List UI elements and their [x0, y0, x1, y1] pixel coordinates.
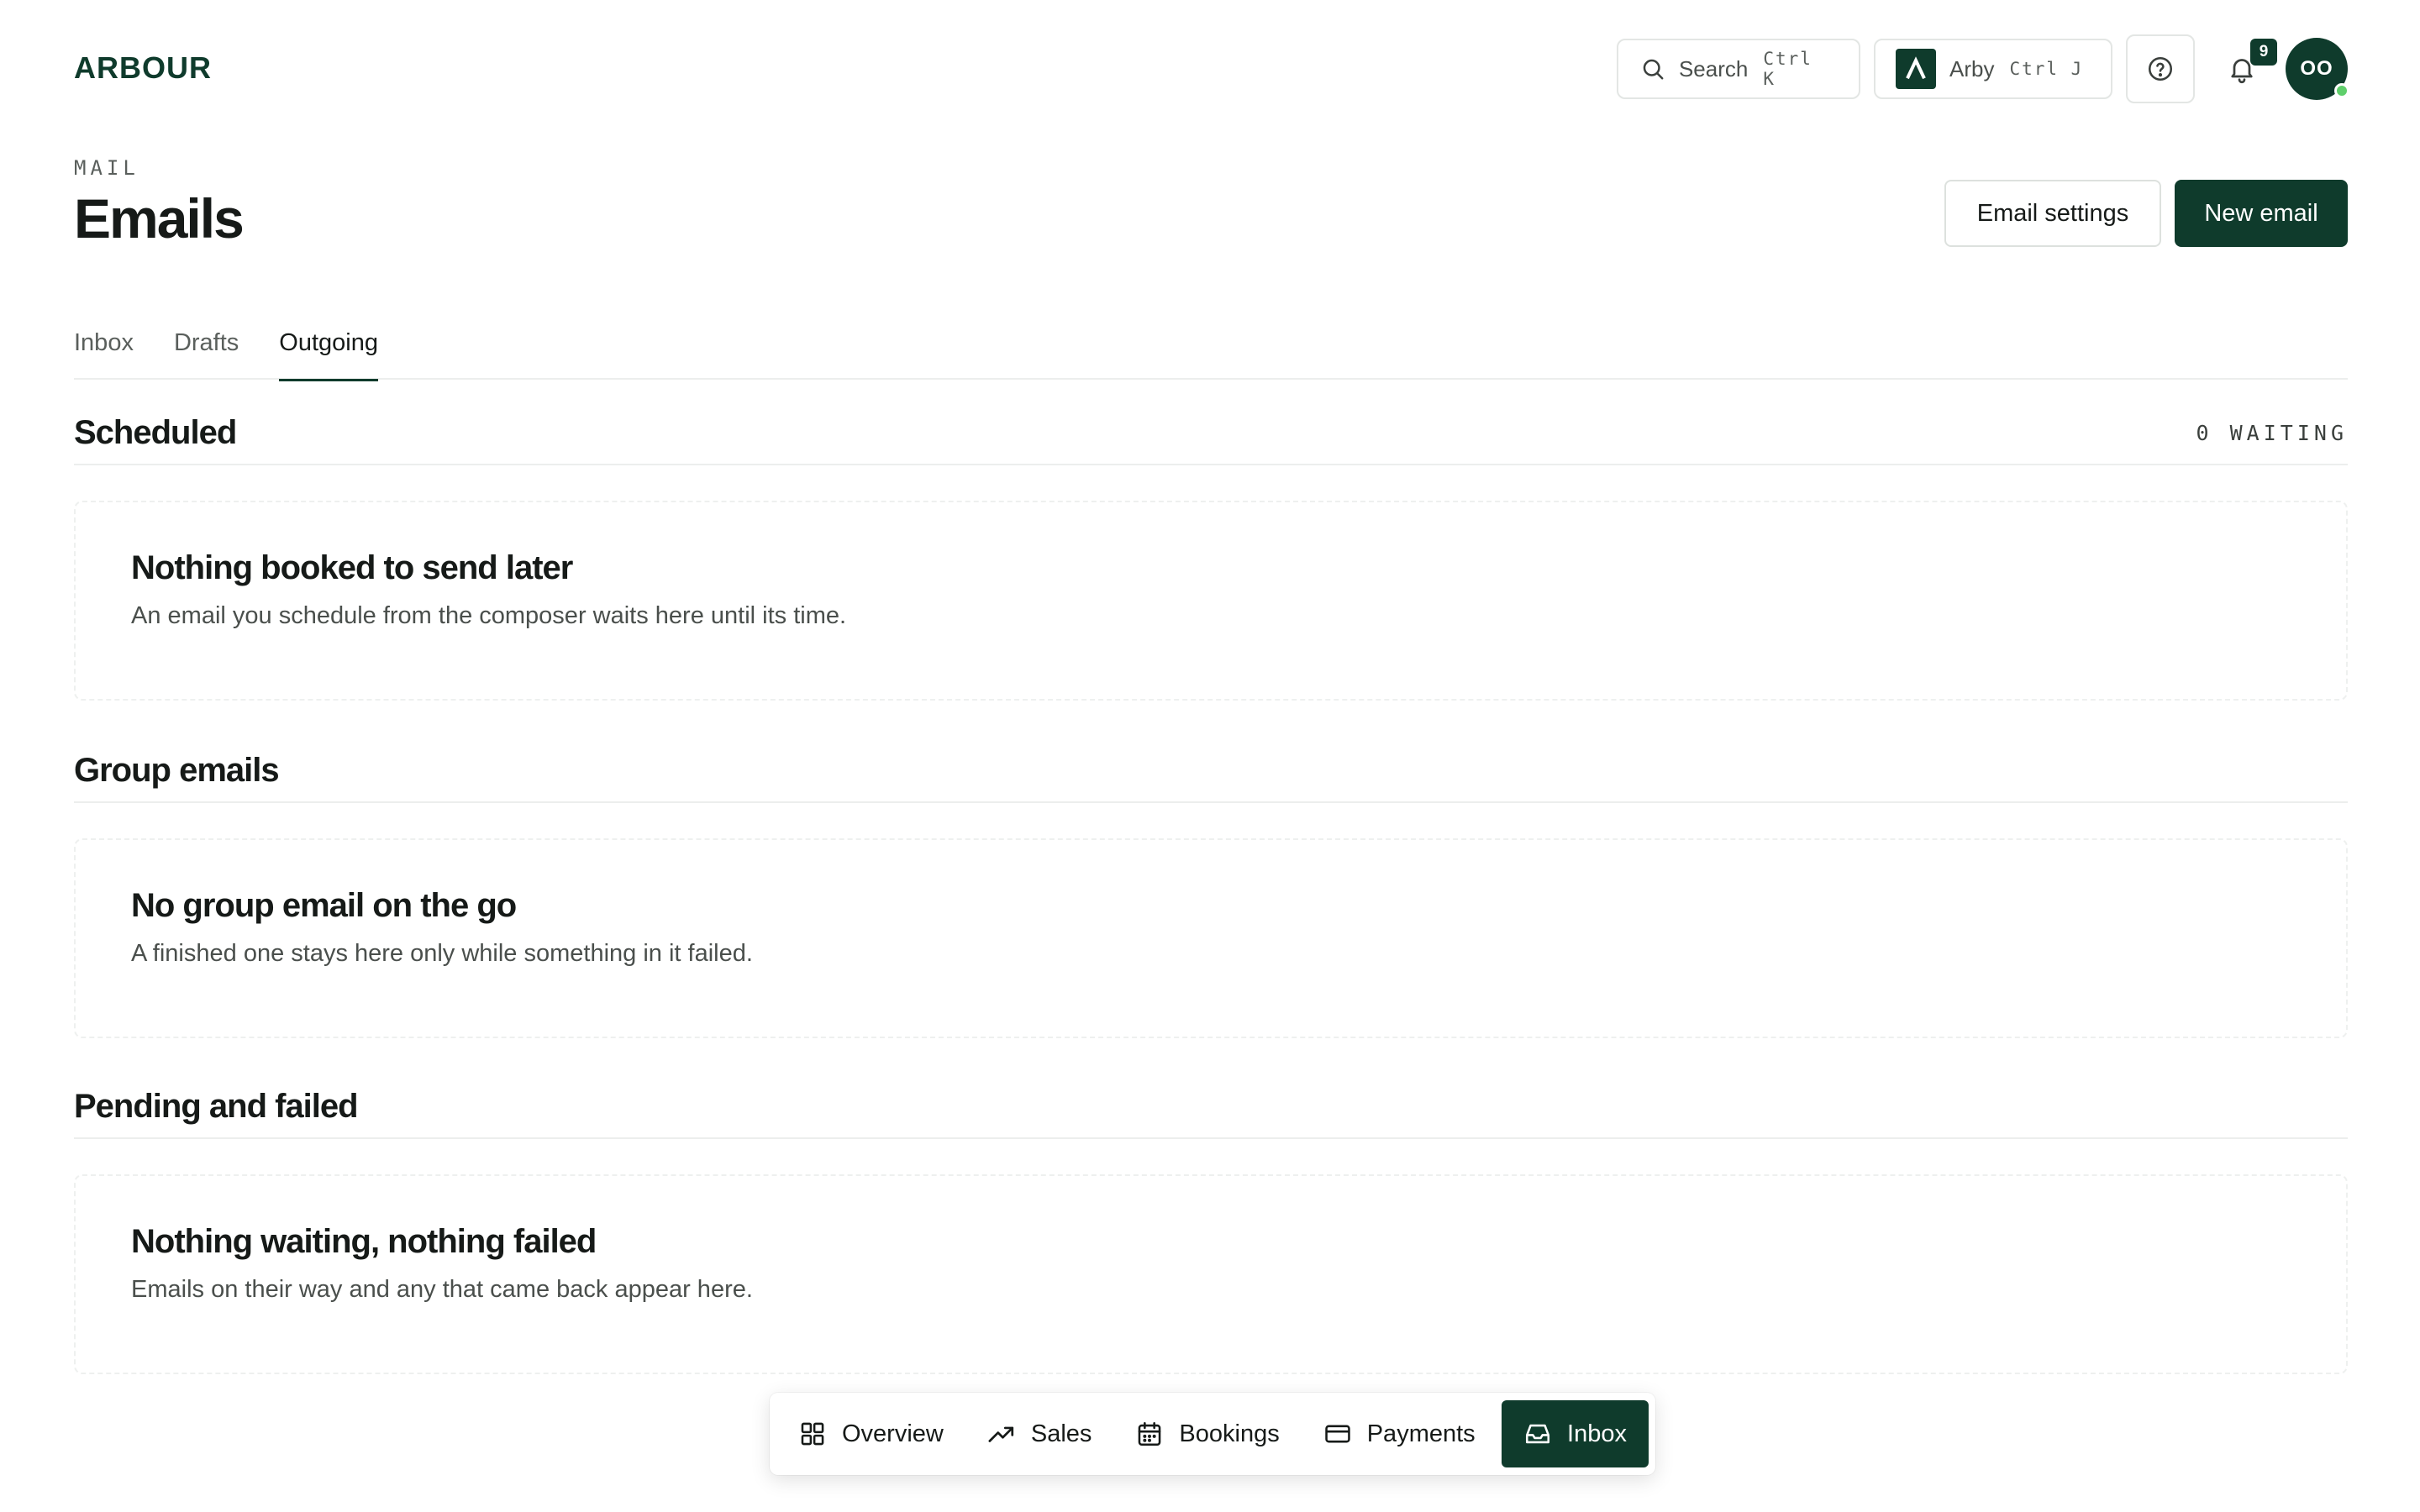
email-settings-button[interactable]: Email settings	[1944, 180, 2161, 247]
mail-tabs: Inbox Drafts Outgoing	[74, 323, 2348, 381]
arby-logo-icon	[1896, 49, 1936, 89]
dock-item-inbox[interactable]: Inbox	[1502, 1400, 1649, 1467]
brand-logo[interactable]: ARBOUR	[74, 50, 212, 86]
assistant-button[interactable]: Arby Ctrl J	[1874, 39, 2112, 99]
help-icon	[2148, 56, 2173, 81]
empty-state-description: An email you schedule from the composer …	[131, 602, 847, 629]
grid-icon	[801, 1422, 824, 1446]
dock-item-label: Overview	[842, 1420, 944, 1447]
dock-item-label: Payments	[1366, 1420, 1476, 1447]
brand-name: ARBOUR	[74, 50, 212, 85]
page-actions: Email settings New email	[1944, 180, 2348, 247]
notifications-button[interactable]: 9	[2217, 39, 2277, 94]
section-group-emails-header: Group emails	[74, 739, 2348, 803]
avatar-initials: OO	[2300, 57, 2333, 80]
section-title: Pending and failed	[74, 1087, 359, 1125]
notification-badge: 9	[2250, 39, 2277, 66]
dock-item-payments[interactable]: Payments	[1302, 1400, 1497, 1467]
empty-state-title: Nothing booked to send later	[131, 549, 573, 586]
search-icon	[1643, 59, 1664, 80]
section-scheduled-header: Scheduled 0 WAITING	[74, 402, 2348, 465]
tab-inbox[interactable]: Inbox	[74, 323, 134, 380]
empty-state-title: No group email on the go	[131, 887, 517, 924]
scheduled-empty-state: Nothing booked to send later An email yo…	[74, 501, 2348, 701]
trend-up-icon	[988, 1426, 1013, 1442]
dock-item-label: Inbox	[1567, 1420, 1627, 1447]
dock-item-overview[interactable]: Overview	[776, 1400, 965, 1467]
card-icon	[1324, 1425, 1350, 1443]
search-label: Search	[1678, 55, 1749, 81]
dock-item-sales[interactable]: Sales	[965, 1400, 1114, 1467]
inbox-icon	[1526, 1424, 1550, 1444]
calendar-icon	[1139, 1421, 1161, 1446]
empty-state-title: Nothing waiting, nothing failed	[131, 1223, 597, 1260]
page-eyebrow: MAIL	[74, 156, 139, 180]
empty-state-description: Emails on their way and any that came ba…	[131, 1276, 753, 1303]
search-shortcut: Ctrl K	[1763, 49, 1812, 89]
assistant-label: Arby	[1949, 55, 1995, 81]
pending-failed-empty-state: Nothing waiting, nothing failed Emails o…	[74, 1174, 2348, 1374]
dock-item-label: Sales	[1030, 1420, 1092, 1447]
tab-outgoing[interactable]: Outgoing	[279, 323, 378, 381]
help-button[interactable]	[2126, 34, 2195, 103]
group-emails-empty-state: No group email on the go A finished one …	[74, 838, 2348, 1038]
top-bar: Search Ctrl K Arby Ctrl J 9 OO	[1617, 34, 2349, 103]
section-pending-failed-header: Pending and failed	[74, 1075, 2348, 1139]
user-avatar[interactable]: OO	[2286, 38, 2349, 100]
new-email-button[interactable]: New email	[2175, 180, 2348, 247]
dock-item-label: Bookings	[1179, 1420, 1280, 1447]
waiting-count: 0 WAITING	[2196, 420, 2348, 445]
dock-item-bookings[interactable]: Bookings	[1113, 1400, 1301, 1467]
page-title: Emails	[74, 187, 245, 249]
online-status-indicator	[2334, 83, 2349, 98]
empty-state-description: A finished one stays here only while som…	[131, 940, 753, 967]
section-title: Group emails	[74, 751, 280, 789]
assistant-shortcut: Ctrl J	[2009, 59, 2084, 79]
section-title: Scheduled	[74, 413, 237, 451]
search-button[interactable]: Search Ctrl K	[1617, 39, 1860, 99]
bottom-dock: Overview Sales Bookings Payments Inbox	[770, 1393, 1655, 1475]
tab-drafts[interactable]: Drafts	[174, 323, 239, 380]
